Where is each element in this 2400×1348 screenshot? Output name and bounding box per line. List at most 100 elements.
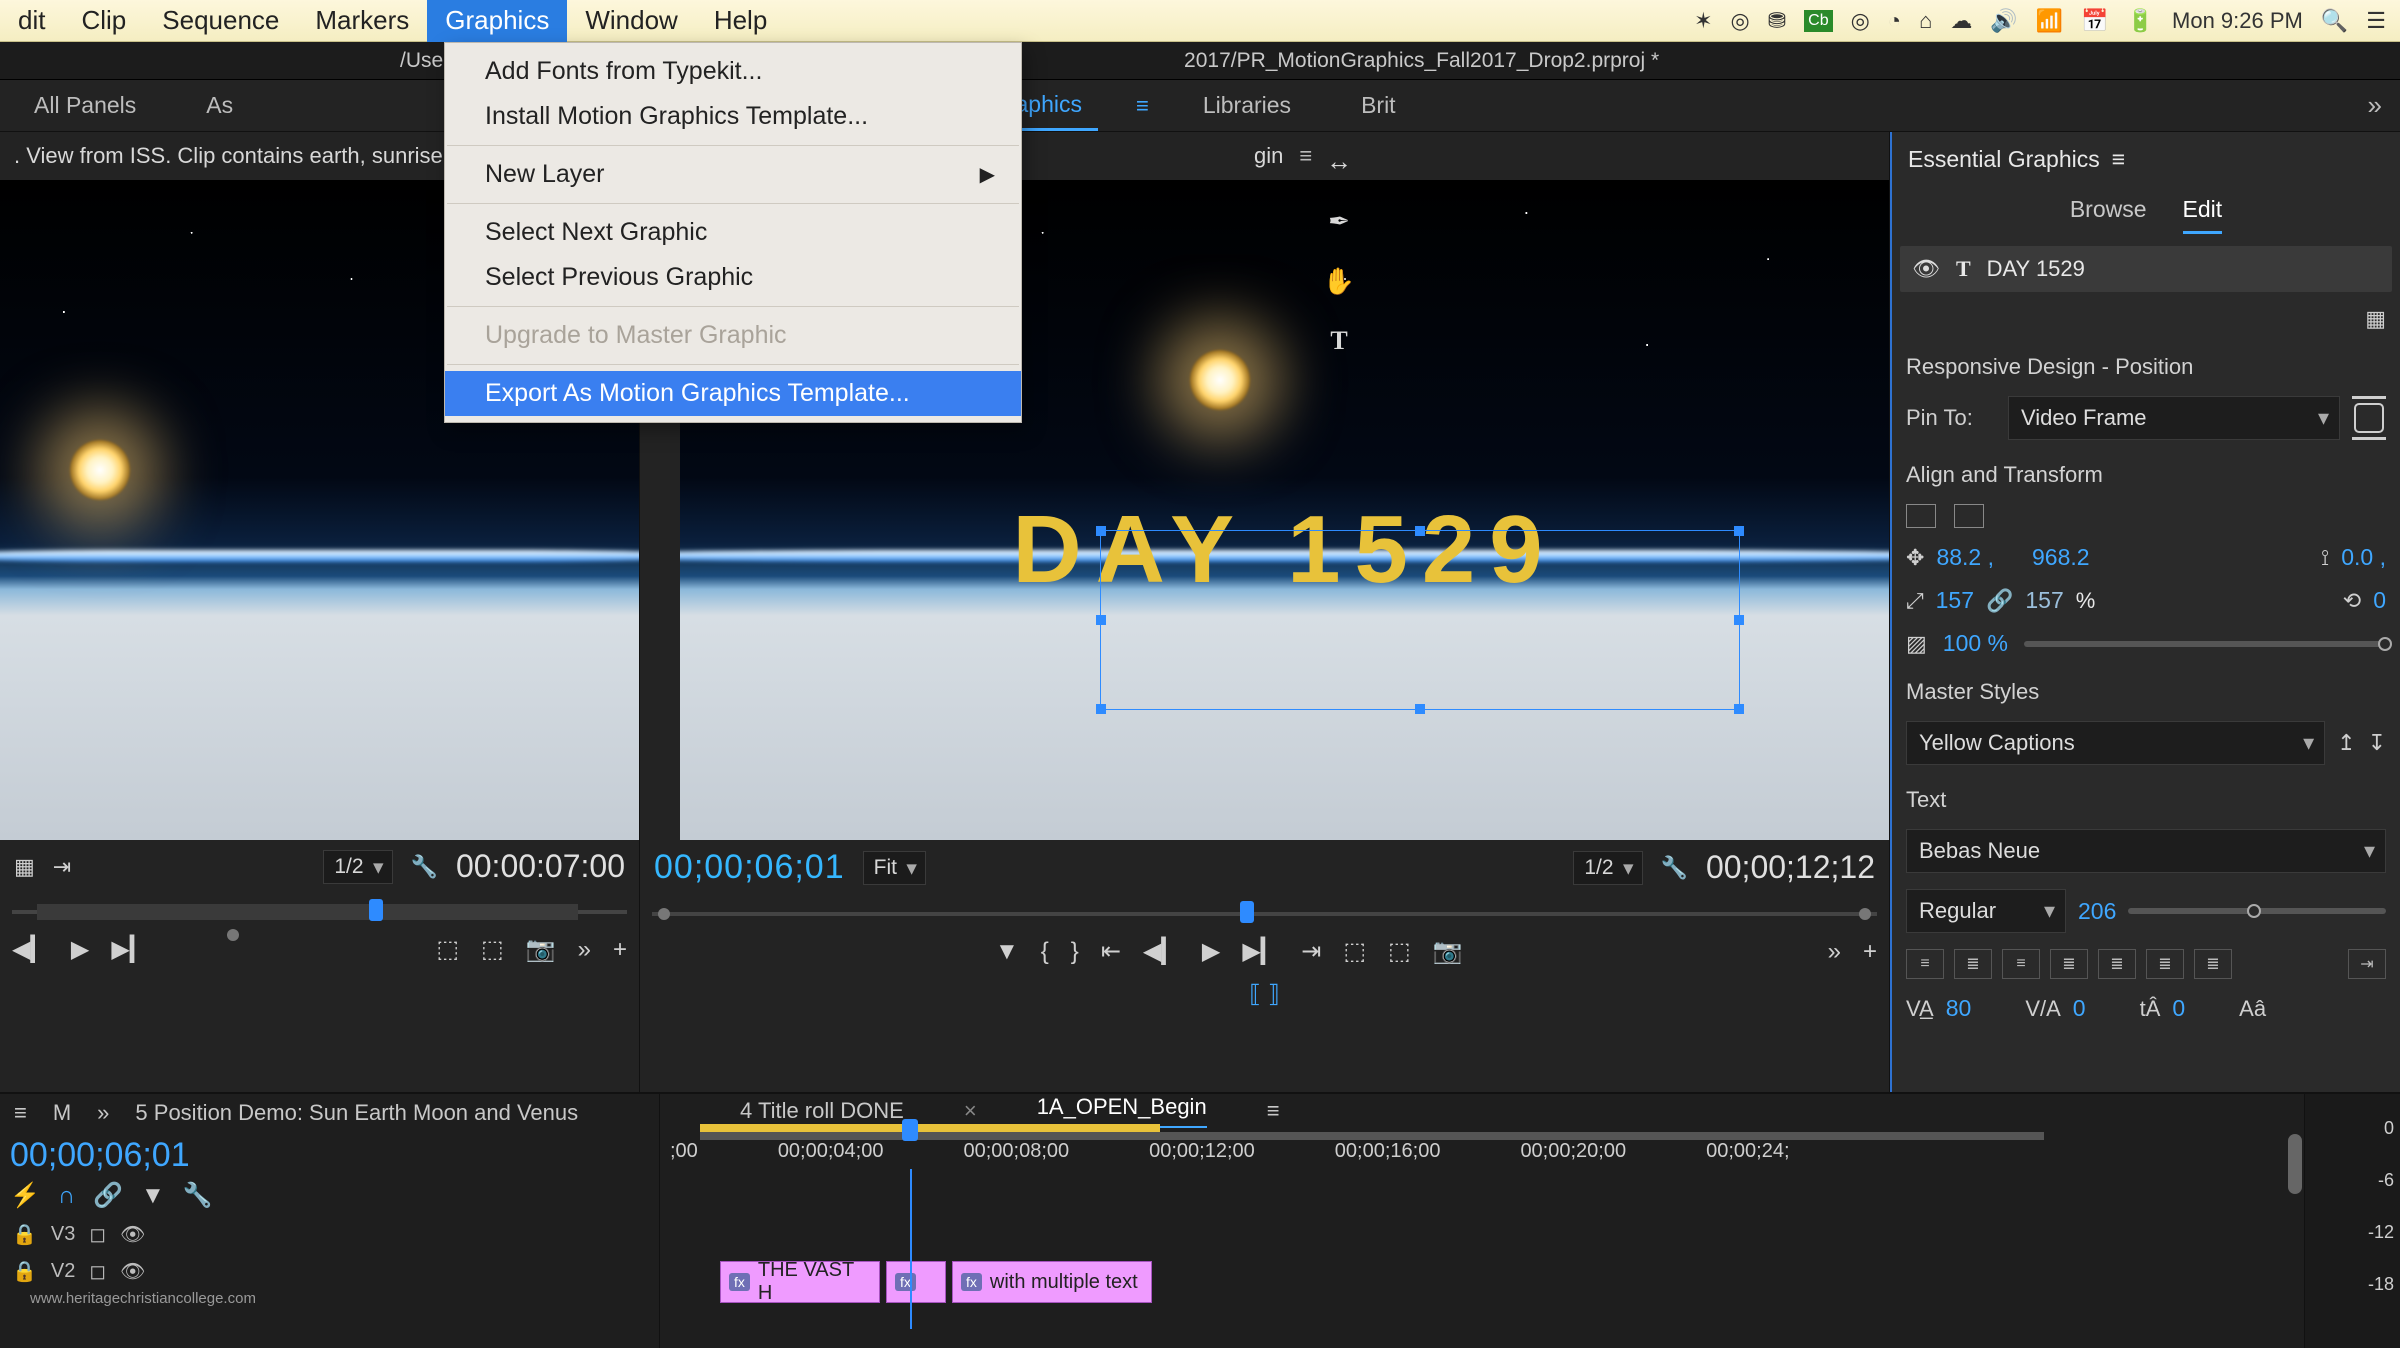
font-family-select[interactable]: Bebas Neue bbox=[1906, 829, 2386, 873]
source-insert-icon[interactable]: ⇥ bbox=[53, 854, 71, 880]
panel-menu-icon[interactable]: ≡ bbox=[1299, 143, 1312, 169]
justify-last-center-icon[interactable]: ≣ bbox=[2146, 949, 2184, 979]
font-size-slider[interactable] bbox=[2128, 908, 2386, 914]
eg-tab-edit[interactable]: Edit bbox=[2183, 196, 2223, 234]
creative-cloud-icon[interactable]: ◎ bbox=[1731, 8, 1750, 34]
mark-in-icon[interactable]: ◀▎ bbox=[12, 935, 49, 964]
workspace-all-panels[interactable]: All Panels bbox=[18, 82, 152, 129]
panel-menu-icon[interactable]: ≡ bbox=[1267, 1098, 1280, 1124]
opacity-value[interactable]: 100 % bbox=[1943, 630, 2008, 657]
master-style-select[interactable]: Yellow Captions bbox=[1906, 721, 2325, 765]
wifi-icon[interactable]: 📶 bbox=[2036, 8, 2063, 34]
marker-add-icon[interactable]: ▼ bbox=[141, 1182, 165, 1210]
tl-tab-4title[interactable]: 4 Title roll DONE bbox=[740, 1098, 904, 1124]
menu-clip[interactable]: Clip bbox=[63, 0, 144, 42]
export-frame-icon[interactable]: 📷 bbox=[526, 935, 556, 964]
step-fwd-icon[interactable]: ▶▎ bbox=[1242, 937, 1279, 966]
program-playhead-time[interactable]: 00;00;06;01 bbox=[654, 848, 845, 887]
toggle-icon[interactable]: ◻ bbox=[89, 1259, 106, 1284]
spotlight-icon[interactable]: 🔍 bbox=[2321, 8, 2348, 34]
home-icon[interactable]: ⌂ bbox=[1919, 8, 1932, 34]
toggle-icon[interactable]: ◻ bbox=[89, 1222, 106, 1247]
track-label[interactable]: V3 bbox=[51, 1223, 75, 1246]
workspace-menu-icon[interactable]: ≡ bbox=[1136, 93, 1149, 119]
menu-sequence[interactable]: Sequence bbox=[144, 0, 297, 42]
tl-tab-1a-open[interactable]: 1A_OPEN_Begin bbox=[1037, 1094, 1207, 1128]
workspace-libraries[interactable]: Libraries bbox=[1187, 82, 1307, 129]
playhead-line[interactable] bbox=[910, 1169, 912, 1329]
menu-edit[interactable]: dit bbox=[0, 0, 63, 42]
rotation-value[interactable]: 0 bbox=[2373, 587, 2386, 614]
eg-tab-browse[interactable]: Browse bbox=[2070, 196, 2147, 234]
vertical-scroll-thumb[interactable] bbox=[2288, 1134, 2302, 1194]
eg-layer-item[interactable]: 👁 T DAY 1529 bbox=[1900, 246, 2392, 292]
program-tab-label[interactable]: gin bbox=[1254, 143, 1283, 169]
push-up-icon[interactable]: ↥ bbox=[2337, 730, 2355, 756]
insert-clip-icon[interactable]: ⬚ bbox=[481, 935, 504, 964]
date-icon[interactable]: 📅 bbox=[2081, 8, 2108, 34]
wrench-icon[interactable]: 🔧 bbox=[1661, 855, 1688, 881]
lock-icon[interactable]: 🔒 bbox=[12, 1222, 37, 1247]
justify-last-right-icon[interactable]: ≣ bbox=[2194, 949, 2232, 979]
extract-icon[interactable]: ⬚ bbox=[1388, 937, 1411, 966]
add-icon[interactable]: + bbox=[613, 936, 627, 964]
hand-tool-icon[interactable]: ✋ bbox=[1318, 260, 1360, 302]
leading-value[interactable]: 0 bbox=[2172, 995, 2185, 1022]
overflow-icon[interactable]: » bbox=[1828, 938, 1841, 966]
workspace-assembly[interactable]: As bbox=[190, 82, 249, 129]
program-scrub[interactable] bbox=[652, 901, 1877, 927]
align-left-icon[interactable]: ≡ bbox=[1906, 949, 1944, 979]
target-icon[interactable]: ◎ bbox=[1851, 8, 1870, 34]
eye-icon[interactable]: 👁 bbox=[120, 1259, 145, 1284]
timeline-tracks-area[interactable]: 4 Title roll DONE × 1A_OPEN_Begin ≡ ;00 … bbox=[660, 1094, 2304, 1348]
menu-help[interactable]: Help bbox=[696, 0, 785, 42]
step-back-icon[interactable]: ◀▎ bbox=[1143, 937, 1180, 966]
justify-icon[interactable]: ≣ bbox=[2050, 949, 2088, 979]
arrow-tool-icon[interactable]: ↔ bbox=[1318, 140, 1360, 182]
workspace-overflow-icon[interactable]: » bbox=[2368, 90, 2382, 121]
type-tool-icon[interactable]: T bbox=[1318, 320, 1360, 362]
menu-graphics[interactable]: Graphics bbox=[427, 0, 567, 42]
linked-selection-icon[interactable]: 🔗 bbox=[93, 1181, 123, 1210]
link-icon[interactable]: 🔗 bbox=[1986, 588, 2013, 614]
align-right-icon[interactable]: ≡ bbox=[2002, 949, 2040, 979]
dropbox-icon[interactable]: ⛃ bbox=[1768, 8, 1786, 34]
position-y[interactable]: 968.2 bbox=[2032, 544, 2090, 571]
pin-widget[interactable] bbox=[2352, 396, 2386, 440]
snap-icon[interactable]: ⚡ bbox=[10, 1181, 40, 1210]
scale-w[interactable]: 157 bbox=[1936, 587, 1974, 614]
evernote-icon[interactable]: ✶ bbox=[1694, 8, 1712, 34]
menu-install-template[interactable]: Install Motion Graphics Template... bbox=[445, 94, 1021, 139]
in-bracket-icon[interactable]: { bbox=[1041, 938, 1049, 966]
menu-add-fonts[interactable]: Add Fonts from Typekit... bbox=[445, 49, 1021, 94]
battery-icon[interactable]: 🔋 bbox=[2127, 8, 2154, 34]
align-center-icon[interactable]: ≣ bbox=[1954, 949, 1992, 979]
pen-tool-icon[interactable]: ✒ bbox=[1318, 200, 1360, 242]
overwrite-icon[interactable]: ⬚ bbox=[436, 935, 459, 964]
wrench-icon[interactable]: 🔧 bbox=[411, 854, 438, 880]
play-icon[interactable]: ▶ bbox=[71, 935, 89, 964]
hamburger-icon[interactable]: ☰ bbox=[2366, 8, 2386, 34]
timeline-playhead-time[interactable]: 00;00;06;01 bbox=[10, 1130, 649, 1179]
menubar-clock[interactable]: Mon 9:26 PM bbox=[2172, 8, 2303, 34]
eye-icon[interactable]: 👁 bbox=[1912, 256, 1940, 282]
push-down-icon[interactable]: ↧ bbox=[2368, 730, 2386, 756]
panel-menu-icon[interactable]: ≡ bbox=[2112, 146, 2125, 173]
source-zoom-select[interactable]: 1/2 bbox=[323, 850, 392, 884]
timeline-clip[interactable]: fxTHE VAST H bbox=[720, 1261, 880, 1303]
tl-list-icon[interactable]: ≡ bbox=[14, 1100, 27, 1126]
add-icon[interactable]: + bbox=[1863, 938, 1877, 966]
align-icon[interactable] bbox=[1906, 504, 1936, 528]
play-icon[interactable]: ▶ bbox=[1202, 937, 1220, 966]
font-style-select[interactable]: Regular bbox=[1906, 889, 2066, 933]
menu-select-previous[interactable]: Select Previous Graphic bbox=[445, 255, 1021, 300]
menu-new-layer[interactable]: New Layer▶ bbox=[445, 152, 1021, 197]
go-out-icon[interactable]: ⇥ bbox=[1301, 937, 1321, 966]
safe-margins-icon[interactable]: ⟦ ⟧ bbox=[1249, 980, 1279, 1009]
menu-markers[interactable]: Markers bbox=[297, 0, 427, 42]
clock-icon[interactable]: ◔ bbox=[1888, 8, 1901, 34]
volume-icon[interactable]: 🔊 bbox=[1990, 8, 2017, 34]
anchor-x[interactable]: 0.0 , bbox=[2341, 544, 2386, 571]
playhead-handle[interactable] bbox=[902, 1119, 918, 1141]
step-fwd-icon[interactable]: ▶▎ bbox=[111, 935, 148, 964]
